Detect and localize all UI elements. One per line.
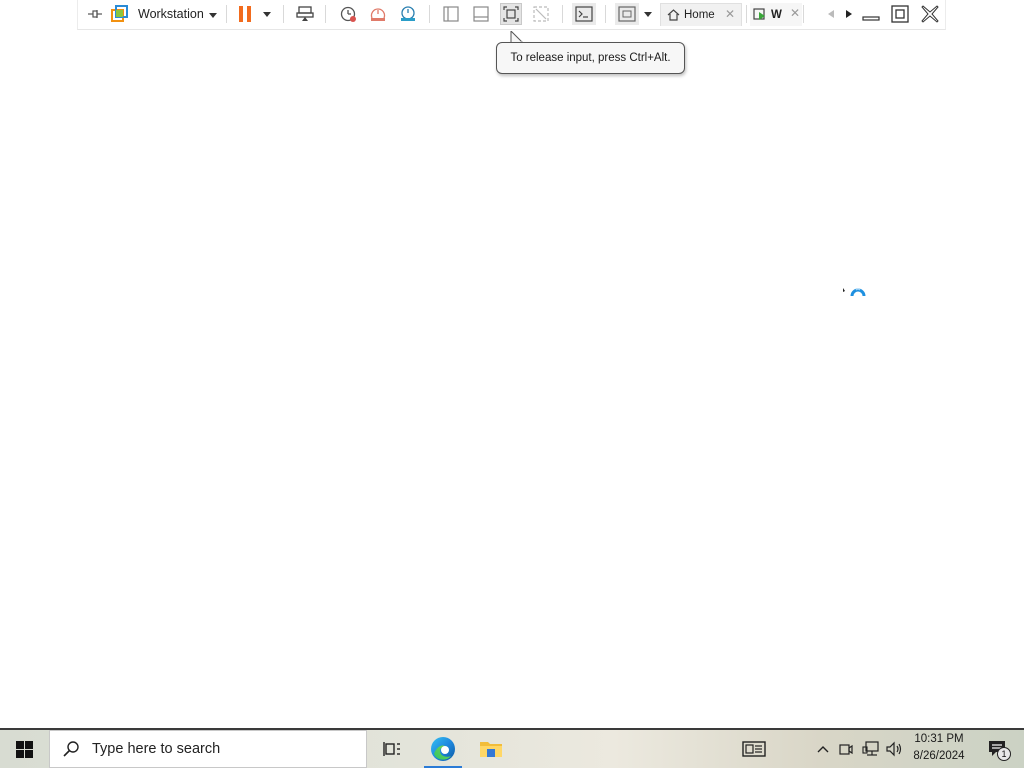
meet-now-button[interactable] xyxy=(836,730,856,768)
separator xyxy=(429,5,430,23)
chevron-down-icon[interactable] xyxy=(260,3,274,25)
stretch-guest-icon[interactable] xyxy=(615,3,639,25)
take-snapshot-icon[interactable] xyxy=(337,3,359,25)
show-library-icon[interactable] xyxy=(440,3,462,25)
close-icon[interactable]: ✕ xyxy=(725,7,735,21)
search-box[interactable]: Type here to search xyxy=(49,730,367,768)
full-screen-icon[interactable] xyxy=(500,3,522,25)
task-view-icon xyxy=(383,741,401,757)
chevron-up-icon xyxy=(817,745,829,753)
start-button[interactable] xyxy=(0,730,48,768)
notification-icon: 1 xyxy=(988,740,1011,761)
restore-icon[interactable] xyxy=(889,3,911,25)
notification-count-badge: 1 xyxy=(997,747,1011,761)
edge-taskbar-button[interactable] xyxy=(421,730,465,768)
tab-home[interactable]: Home ✕ xyxy=(660,3,742,26)
meet-now-icon xyxy=(839,741,853,757)
vm-screen: Workstation Home ✕ W ✕ To release input,… xyxy=(0,0,1024,768)
unity-icon[interactable] xyxy=(530,3,552,25)
volume-button[interactable] xyxy=(884,730,906,768)
separator xyxy=(283,5,284,23)
tooltip: To release input, press Ctrl+Alt. xyxy=(496,42,685,74)
tooltip-text: To release input, press Ctrl+Alt. xyxy=(510,52,671,64)
workstation-label: Workstation xyxy=(138,7,204,21)
separator xyxy=(605,5,606,23)
chevron-down-icon xyxy=(208,5,217,23)
separator xyxy=(803,5,804,23)
folder-icon xyxy=(479,739,503,759)
separator xyxy=(325,5,326,23)
show-thumbnail-bar-icon[interactable] xyxy=(470,3,492,25)
home-icon xyxy=(667,9,680,21)
snapshot-manager-icon[interactable] xyxy=(397,3,419,25)
separator xyxy=(746,5,747,23)
edge-icon xyxy=(430,736,456,762)
tab-vm[interactable]: W ✕ xyxy=(750,3,802,26)
pause-icon[interactable] xyxy=(234,3,256,25)
network-icon xyxy=(862,741,880,757)
revert-snapshot-icon[interactable] xyxy=(367,3,389,25)
search-icon xyxy=(62,740,80,758)
clock[interactable]: 10:31 PM 8/26/2024 xyxy=(905,731,973,767)
send-ctrl-alt-del-icon[interactable] xyxy=(294,3,316,25)
news-icon xyxy=(742,741,766,757)
task-view-button[interactable] xyxy=(370,730,414,768)
network-button[interactable] xyxy=(860,730,882,768)
taskbar: Type here to search 10:31 PM 8/26/2024 1 xyxy=(0,728,1024,768)
vm-tab-icon xyxy=(753,8,767,21)
search-placeholder: Type here to search xyxy=(92,741,221,757)
show-hidden-icons-button[interactable] xyxy=(812,730,834,768)
vmware-workstation-icon xyxy=(109,3,131,25)
separator xyxy=(226,5,227,23)
pin-icon[interactable] xyxy=(84,3,106,25)
clock-time: 10:31 PM xyxy=(914,733,964,745)
vmware-toolbar: Workstation Home ✕ W ✕ xyxy=(77,0,946,30)
workstation-menu[interactable]: Workstation xyxy=(138,3,220,25)
close-icon[interactable]: ✕ xyxy=(790,6,800,20)
tab-home-label: Home xyxy=(684,9,715,21)
windows-logo-icon xyxy=(15,740,33,758)
close-icon[interactable] xyxy=(919,3,941,25)
scroll-tabs-left-icon[interactable] xyxy=(824,3,838,25)
clock-date: 8/26/2024 xyxy=(913,750,965,762)
minimize-icon[interactable] xyxy=(860,3,882,25)
speaker-icon xyxy=(886,741,904,757)
file-explorer-button[interactable] xyxy=(469,730,513,768)
console-view-icon[interactable] xyxy=(572,3,596,25)
news-widget-button[interactable] xyxy=(732,730,776,768)
notification-center-button[interactable]: 1 xyxy=(978,730,1018,768)
scroll-tabs-right-icon[interactable] xyxy=(842,3,856,25)
separator xyxy=(562,5,563,23)
tab-vm-label: W xyxy=(771,8,782,21)
busy-cursor-icon xyxy=(842,282,866,298)
chevron-down-icon[interactable] xyxy=(642,3,654,25)
